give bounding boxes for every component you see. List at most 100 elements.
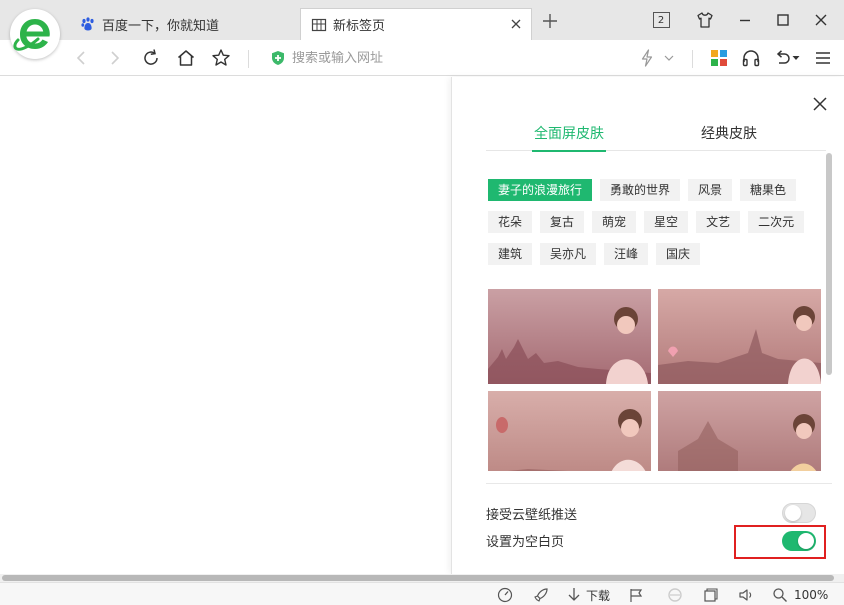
tag-item[interactable]: 吴亦凡 — [540, 243, 597, 265]
skin-tabs: 全面屏皮肤 经典皮肤 — [486, 117, 826, 152]
tag-item[interactable]: 汪峰 — [604, 243, 649, 265]
status-bar: 下载 100% — [0, 582, 844, 605]
menu-button[interactable] — [812, 47, 834, 69]
close-icon — [813, 97, 827, 111]
toggle-knob — [785, 505, 801, 521]
chevron-left-icon — [76, 51, 85, 65]
wallpaper-castle-portrait-image — [658, 289, 821, 384]
browser-logo[interactable] — [10, 9, 60, 59]
tag-item[interactable]: 萌宠 — [592, 211, 637, 233]
refresh-button[interactable] — [140, 47, 162, 69]
maximize-icon — [777, 14, 789, 26]
home-icon — [178, 50, 194, 66]
skin-button[interactable] — [692, 8, 718, 32]
speedometer-icon — [497, 587, 513, 603]
tab-new-tab[interactable]: 新标签页 — [300, 8, 532, 40]
setting-label: 设置为空白页 — [486, 534, 565, 550]
tab-count-button[interactable]: 2 — [648, 8, 674, 32]
divider — [692, 50, 693, 68]
speed-mode-dropdown[interactable] — [658, 47, 680, 69]
ie-logo-icon — [668, 588, 682, 602]
cloud-wallpaper-toggle[interactable] — [782, 503, 816, 523]
back-button[interactable] — [70, 47, 92, 69]
forward-button[interactable] — [104, 47, 126, 69]
tag-item[interactable]: 风景 — [688, 179, 733, 201]
apps-button[interactable] — [708, 47, 730, 69]
grid-page-icon — [311, 17, 327, 33]
new-tab-button[interactable] — [540, 12, 560, 34]
tag-row: 花朵 复古 萌宠 星空 文艺 二次元 — [488, 211, 818, 233]
wallpaper-city-portrait-image — [488, 289, 651, 384]
minimize-button[interactable] — [732, 8, 758, 32]
zoom-button[interactable]: 100% — [772, 586, 828, 604]
download-button[interactable]: 下载 — [566, 586, 610, 604]
tag-item[interactable]: 勇敢的世界 — [600, 179, 681, 201]
tag-item[interactable]: 复古 — [540, 211, 585, 233]
tab-title: 百度一下，你就知道 — [102, 18, 220, 34]
speedup-button[interactable] — [496, 586, 514, 604]
toggle-knob — [798, 533, 814, 549]
home-button[interactable] — [175, 47, 197, 69]
caret-down-icon — [792, 56, 800, 60]
tag-item[interactable]: 妻子的浪漫旅行 — [488, 179, 593, 201]
skin-thumbnail[interactable] — [658, 391, 821, 471]
lightning-icon — [641, 49, 653, 67]
blank-page-toggle[interactable] — [782, 531, 816, 551]
setting-label: 接受云壁纸推送 — [486, 507, 578, 523]
magnifier-icon — [773, 588, 787, 602]
tab-count-badge: 2 — [652, 12, 670, 28]
tag-item[interactable]: 国庆 — [656, 243, 701, 265]
tab-baidu[interactable]: 百度一下，你就知道 — [74, 8, 300, 40]
close-icon — [815, 14, 827, 26]
tab-fullscreen-skin[interactable]: 全面屏皮肤 — [532, 123, 606, 152]
hamburger-menu-icon — [816, 52, 830, 64]
headphones-button[interactable] — [740, 47, 762, 69]
horizontal-scrollbar[interactable] — [0, 574, 844, 582]
ie-mode-button[interactable] — [666, 586, 684, 604]
favorite-button[interactable] — [210, 47, 232, 69]
apps-grid-icon — [711, 50, 727, 66]
window-mode-button[interactable] — [702, 586, 718, 604]
skin-thumbnail[interactable] — [488, 391, 651, 471]
zoom-level: 100% — [794, 588, 829, 602]
tab-classic-skin[interactable]: 经典皮肤 — [698, 123, 760, 149]
close-tab-button[interactable] — [509, 17, 523, 31]
plus-icon — [543, 14, 557, 28]
volume-button[interactable] — [738, 586, 756, 604]
tag-item[interactable]: 二次元 — [748, 211, 805, 233]
address-bar[interactable] — [260, 47, 620, 69]
chevron-right-icon — [111, 51, 120, 65]
tag-item[interactable]: 星空 — [644, 211, 689, 233]
shirt-icon — [697, 12, 713, 28]
tag-row: 建筑 吴亦凡 汪峰 国庆 — [488, 243, 818, 265]
tag-item[interactable]: 建筑 — [488, 243, 533, 265]
tag-item[interactable]: 花朵 — [488, 211, 533, 233]
close-window-button[interactable] — [808, 8, 834, 32]
undo-dropdown[interactable] — [790, 47, 802, 69]
browser-e-logo-icon — [13, 13, 56, 55]
skin-thumbnail[interactable] — [488, 289, 651, 384]
setting-cloud-wallpaper: 接受云壁纸推送 — [486, 502, 816, 524]
download-label: 下载 — [586, 588, 611, 603]
address-input[interactable] — [292, 50, 592, 66]
maximize-button[interactable] — [770, 8, 796, 32]
wallpaper-balloon-portrait-image — [488, 391, 651, 471]
download-arrow-icon — [568, 588, 580, 601]
skin-thumbnail[interactable] — [658, 289, 821, 384]
panel-close-button[interactable] — [810, 94, 830, 114]
scrollbar-thumb[interactable] — [2, 575, 834, 581]
tag-item[interactable]: 文艺 — [696, 211, 741, 233]
minimize-icon — [740, 19, 750, 22]
tag-row: 妻子的浪漫旅行 勇敢的世界 风景 糖果色 — [488, 179, 818, 201]
tag-item[interactable]: 糖果色 — [740, 179, 797, 201]
shield-icon — [272, 51, 284, 65]
tag-list: 妻子的浪漫旅行 勇敢的世界 风景 糖果色 花朵 复古 萌宠 星空 文艺 二次元 … — [488, 179, 818, 275]
star-icon — [212, 49, 230, 66]
headphones-icon — [742, 50, 760, 67]
flag-button[interactable] — [628, 586, 644, 604]
divider — [486, 483, 832, 484]
speed-mode-button[interactable] — [636, 47, 658, 69]
panel-scrollbar[interactable] — [826, 153, 832, 375]
skin-thumbnail-grid — [488, 289, 822, 471]
rocket-button[interactable] — [532, 586, 550, 604]
